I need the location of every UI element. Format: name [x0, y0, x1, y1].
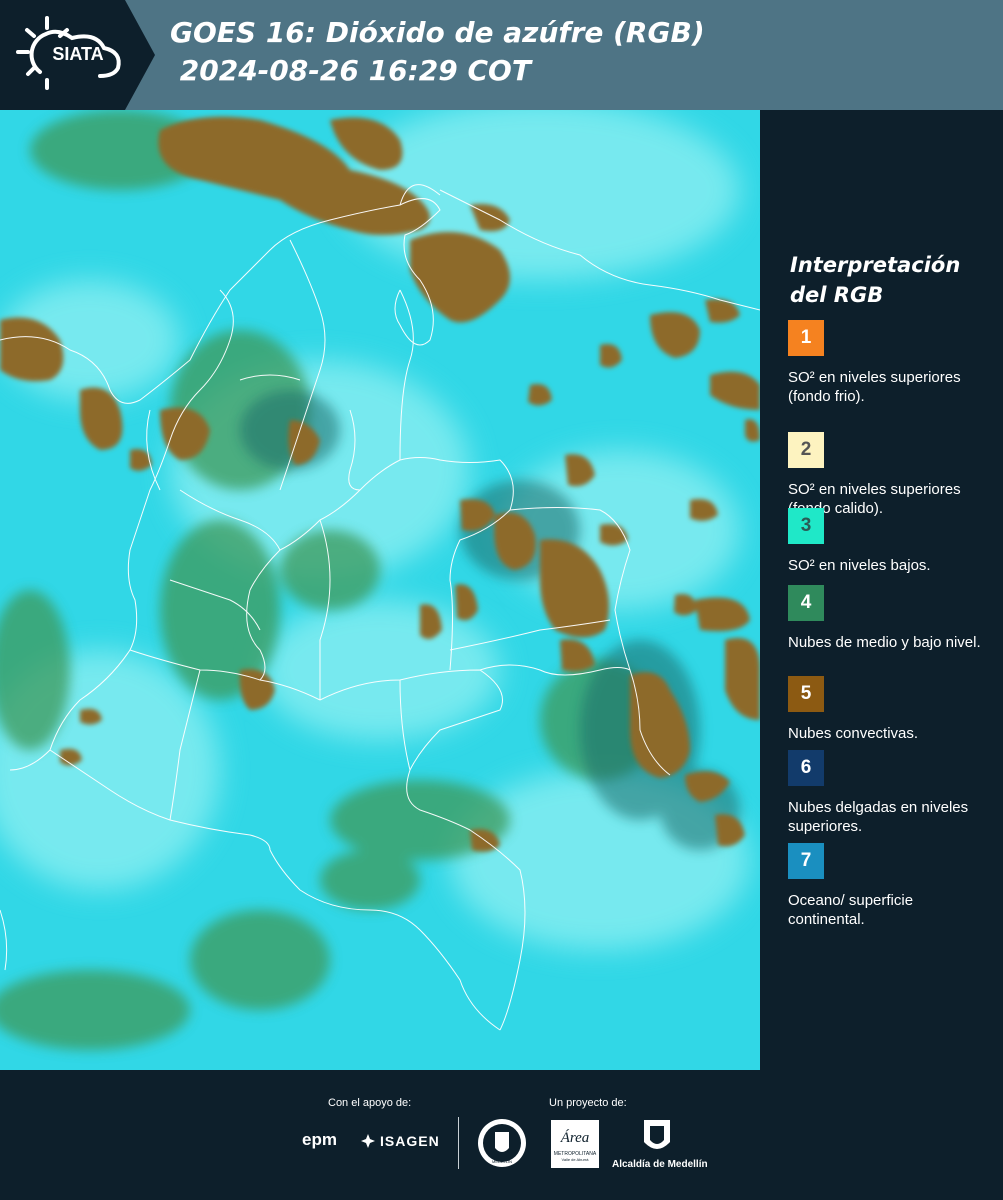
legend-swatch: 2 [788, 432, 824, 468]
isagen-icon [361, 1134, 375, 1148]
area-logo-subtext-2: Valle de Aburrá [561, 1157, 589, 1162]
legend-item: 6 Nubes delgadas en niveles superiores. [788, 750, 988, 836]
legend-swatch: 7 [788, 843, 824, 879]
project-label: Un proyecto de: [549, 1097, 627, 1109]
title-line-2: 2024-08-26 16:29 COT [170, 54, 531, 87]
page-title: GOES 16: Dióxido de azúfre (RGB) 2024-08… [170, 14, 705, 90]
area-metropolitana-logo: Área METROPOLITANA Valle de Aburrá [551, 1120, 599, 1168]
legend-panel: Interpretación del RGB 1 SO² en niveles s… [760, 110, 1003, 1070]
legend-item: 3 SO² en niveles bajos. [788, 508, 988, 575]
legend-label: Nubes delgadas en niveles superiores. [788, 799, 969, 835]
footer-separator [458, 1117, 459, 1169]
epm-logo-text: epm [302, 1130, 337, 1149]
legend-label: Oceano/ superficie continental. [788, 892, 914, 928]
area-logo-text: Área [560, 1130, 590, 1146]
satellite-map [0, 110, 760, 1070]
legend-item: 1 SO² en niveles superiores (fondo frio). [788, 320, 988, 406]
legend-item: 7 Oceano/ superficie continental. [788, 843, 988, 929]
legend-swatch: 6 [788, 750, 824, 786]
header-bar: SIATA GOES 16: Dióxido de azúfre (RGB) 2… [0, 0, 1003, 110]
medellin-seal: MEDELLÍN [478, 1119, 526, 1167]
support-label: Con el apoyo de: [328, 1097, 412, 1109]
legend-title: Interpretación del RGB [790, 253, 961, 307]
legend-label: Nubes convectivas. [788, 725, 919, 742]
legend-swatch: 4 [788, 585, 824, 621]
svg-text:MEDELLÍN: MEDELLÍN [492, 1159, 512, 1164]
legend-item: 4 Nubes de medio y bajo nivel. [788, 585, 988, 652]
alcaldia-label: Alcaldía de Medellín [612, 1159, 708, 1170]
isagen-logo: ISAGEN [360, 1133, 440, 1149]
isagen-logo-text: ISAGEN [380, 1133, 440, 1149]
legend-item: 5 Nubes convectivas. [788, 676, 988, 743]
siata-logo-text: SIATA [52, 44, 103, 64]
legend-swatch: 3 [788, 508, 824, 544]
legend-item: 2 SO² en niveles superiores (fondo calido… [788, 432, 988, 518]
siata-logo: SIATA [0, 0, 155, 110]
legend-label: SO² en niveles superiores (fondo frio). [788, 369, 961, 405]
legend-swatch: 5 [788, 676, 824, 712]
legend-swatch: 1 [788, 320, 824, 356]
title-line-1: GOES 16: Dióxido de azúfre (RGB) [170, 16, 705, 49]
legend-label: SO² en niveles bajos. [788, 557, 931, 574]
alcaldia-shield-icon [644, 1120, 670, 1149]
epm-logo: epm [302, 1130, 337, 1150]
legend-label: Nubes de medio y bajo nivel. [788, 634, 981, 651]
